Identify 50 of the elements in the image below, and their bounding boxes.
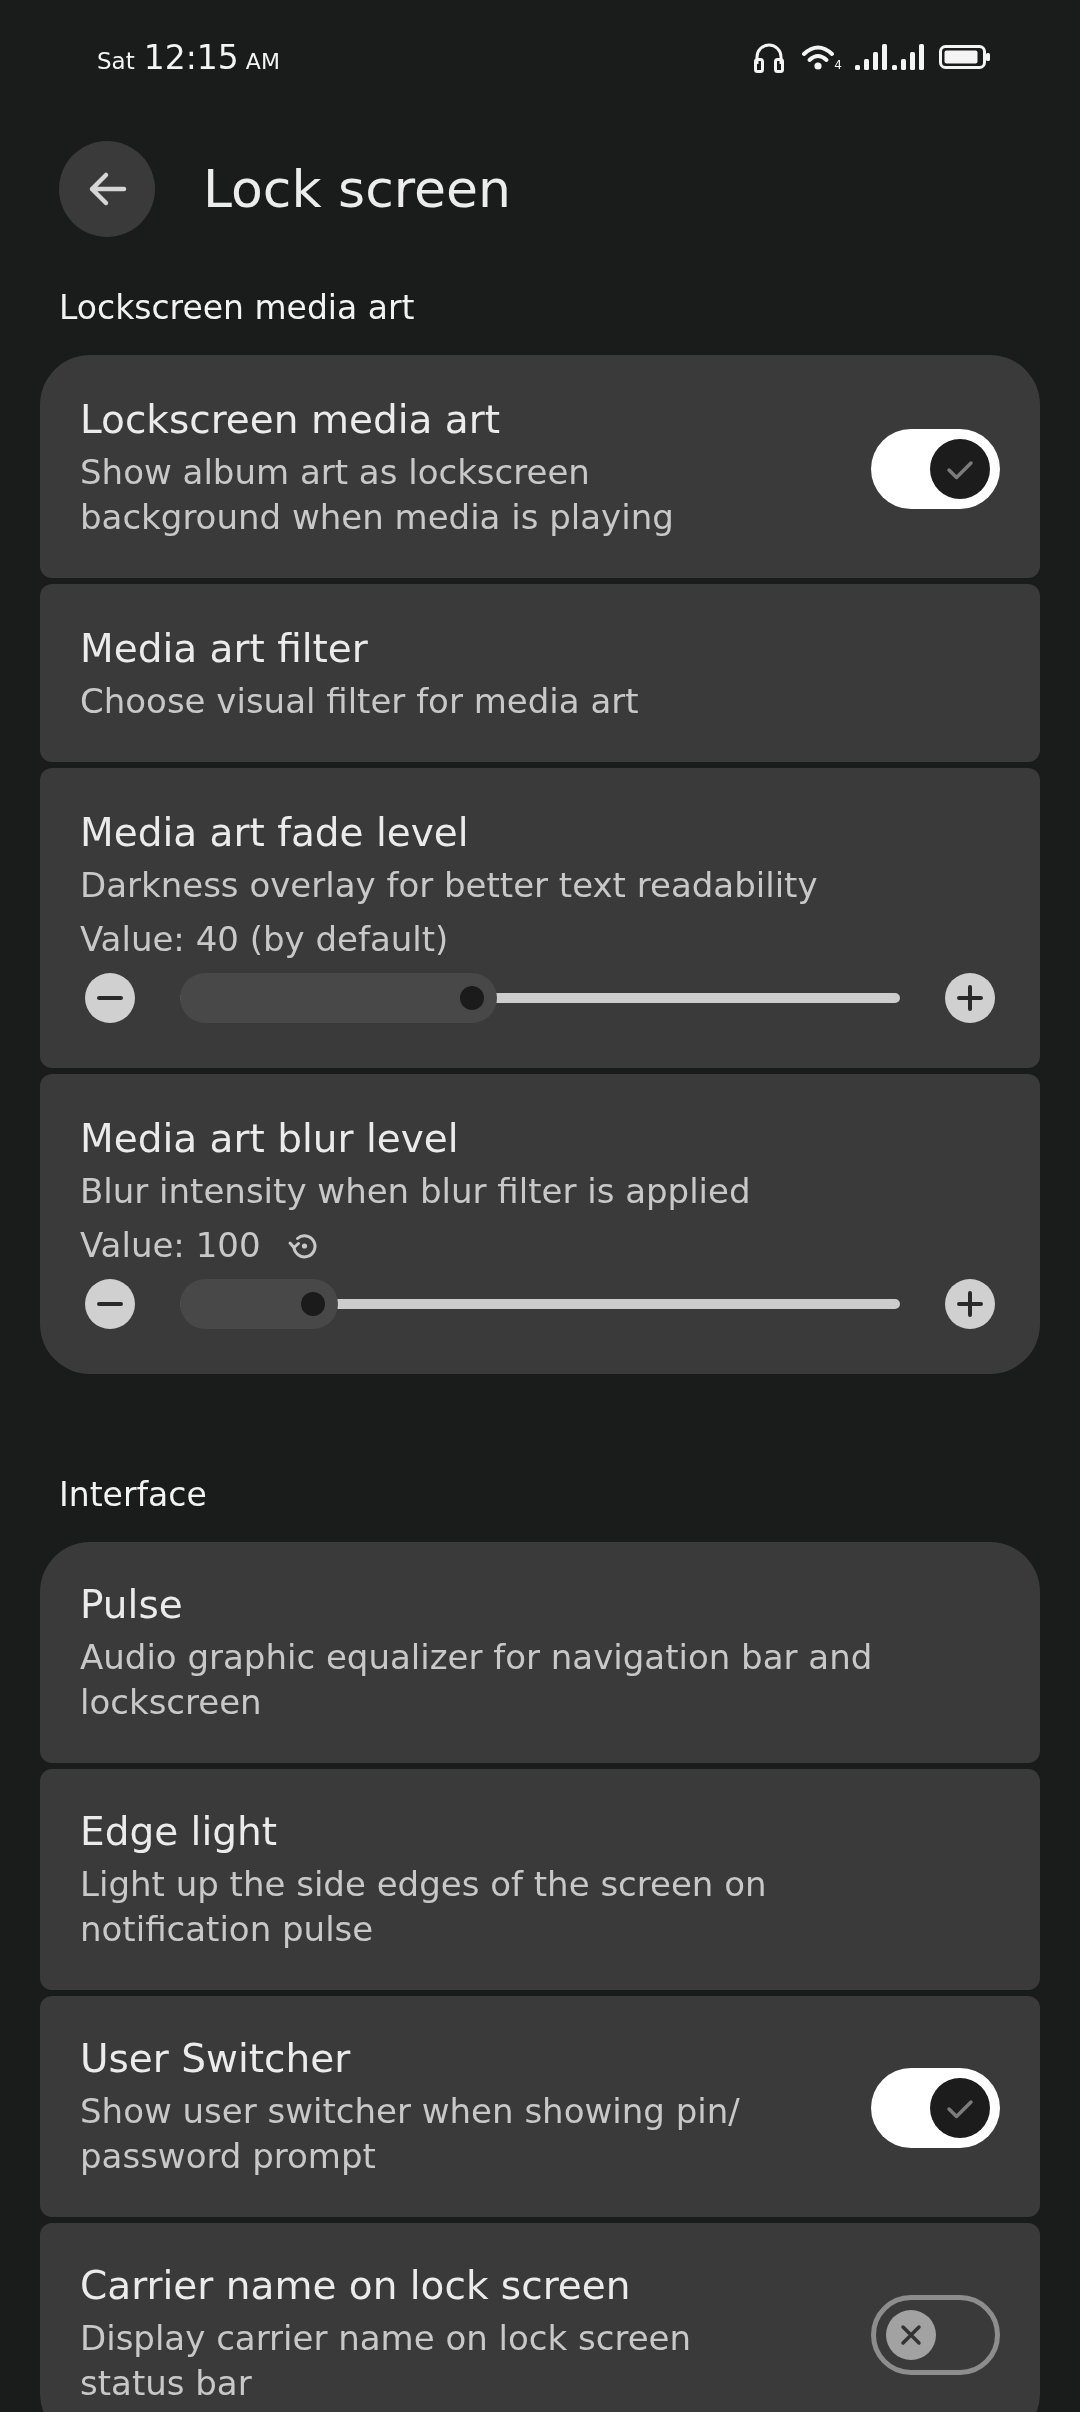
setting-description: Display carrier name on lock screen status bar <box>80 2317 693 2405</box>
setting-description: Show user switcher when showing pin/password prompt <box>80 2090 741 2178</box>
status-clock: 12:15 <box>143 37 239 77</box>
section-header: Interface <box>59 1474 207 1516</box>
page-title: Lock screen <box>203 158 511 221</box>
setting-description: Choose visual filter for media art <box>80 680 640 723</box>
setting-value: Value: 40 (by default) <box>80 918 449 961</box>
toggle-switch[interactable] <box>871 2294 1000 2375</box>
section-header: Lockscreen media art <box>59 287 415 329</box>
check-icon <box>930 438 990 499</box>
decrease-button[interactable] <box>85 973 135 1023</box>
wifi-icon <box>801 43 836 71</box>
settings-card[interactable]: Pulse Audio graphic equalizer for navigation bar and lockscreen <box>40 1542 1040 1763</box>
increase-button[interactable] <box>945 973 995 1023</box>
cross-icon <box>886 2309 936 2360</box>
decrease-button[interactable] <box>85 1279 135 1329</box>
setting-title: User Switcher <box>80 2036 352 2082</box>
slider-track[interactable] <box>180 1279 900 1329</box>
setting-title: Lockscreen media art <box>80 397 502 443</box>
battery-icon <box>939 45 991 69</box>
setting-title: Media art fade level <box>80 810 470 856</box>
setting-title: Media art blur level <box>80 1116 460 1162</box>
setting-title: Media art filter <box>80 626 369 672</box>
wifi-generation-label: 4 <box>834 59 842 71</box>
signal-icon <box>892 43 924 71</box>
setting-description: Light up the side edges of the screen on notification pulse <box>80 1863 768 1951</box>
setting-description: Darkness overlay for better text readability <box>80 864 819 907</box>
minus-icon <box>85 973 135 1023</box>
setting-title: Carrier name on lock screen <box>80 2263 632 2309</box>
setting-description: Audio graphic equalizer for navigation bar and lockscreen <box>80 1636 874 1724</box>
check-icon <box>930 2077 990 2138</box>
setting-value: Value: 100 <box>80 1224 261 1267</box>
minus-icon <box>85 1279 135 1329</box>
settings-card[interactable]: User Switcher Show user switcher when showing pin/password prompt <box>40 1996 1040 2217</box>
status-day: Sat <box>97 47 135 74</box>
plus-icon <box>945 973 995 1023</box>
setting-description: Blur intensity when blur filter is applied <box>80 1170 752 1213</box>
left-arrow-icon <box>87 171 127 207</box>
status-meridiem: AM <box>245 48 280 74</box>
increase-button[interactable] <box>945 1279 995 1329</box>
settings-card[interactable]: Edge light Light up the side edges of the screen on notification pulse <box>40 1769 1040 1990</box>
setting-description: Show album art as lockscreen background when media is playing <box>80 451 675 539</box>
slider-track[interactable] <box>180 973 900 1023</box>
plus-icon <box>945 1279 995 1329</box>
settings-card[interactable]: Lockscreen media art Show album art as lockscreen background when media is playing <box>40 355 1040 578</box>
setting-title: Edge light <box>80 1809 278 1855</box>
settings-card[interactable]: Media art filter Choose visual filter for media art <box>40 584 1040 762</box>
setting-title: Pulse <box>80 1582 184 1628</box>
signal-icon <box>855 43 887 71</box>
settings-card[interactable]: Carrier name on lock screen Display carrier name on lock screen status bar <box>40 2223 1040 2412</box>
